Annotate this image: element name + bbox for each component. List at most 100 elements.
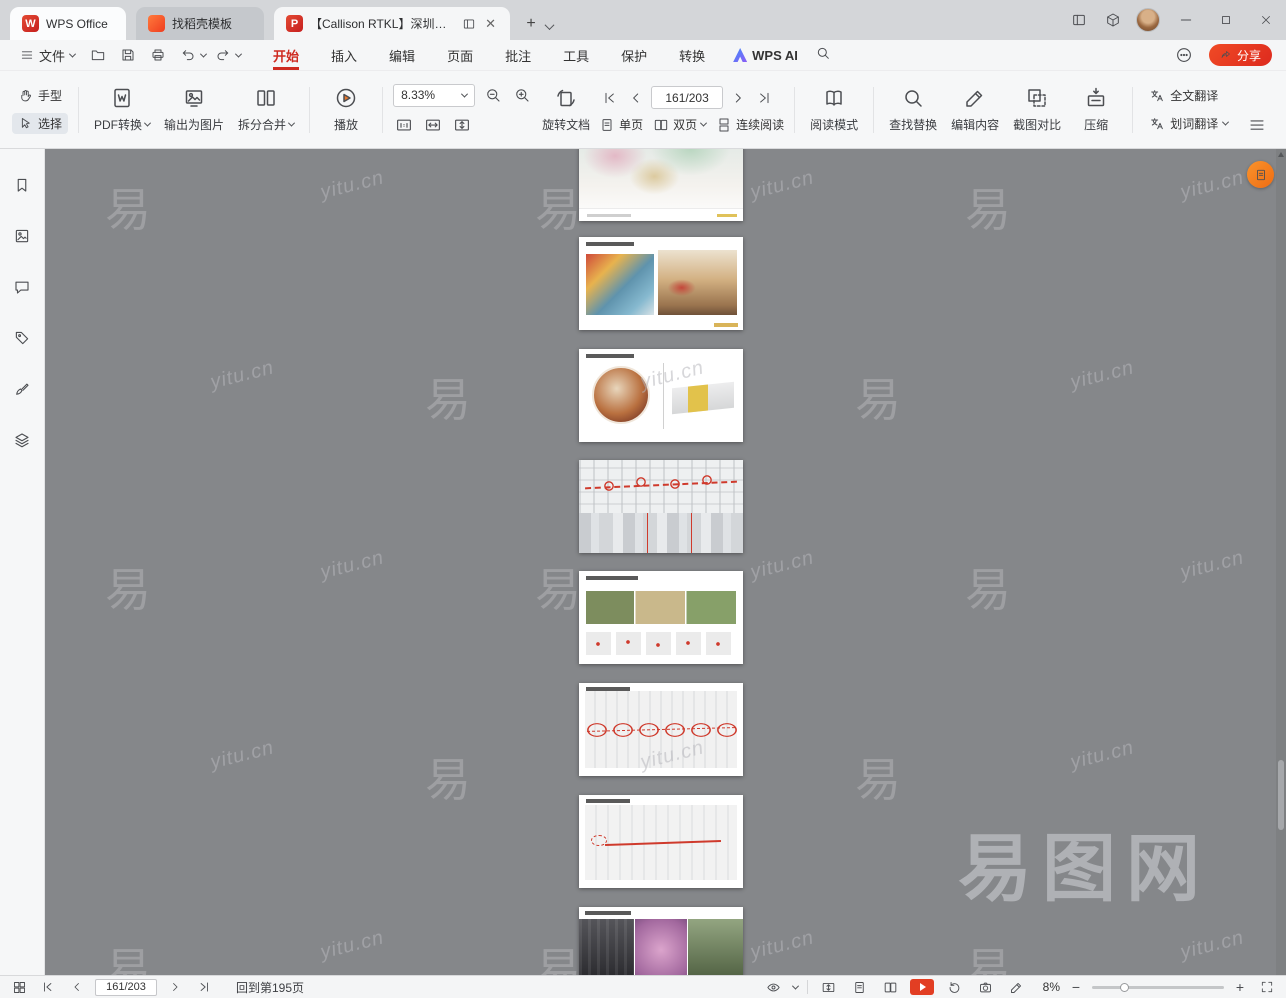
export-image-button[interactable]: 输出为图片 xyxy=(157,80,231,139)
document-canvas[interactable]: 易yitu.cn易yitu.cn易yitu.cnyitu.cn易yitu.cn易… xyxy=(45,149,1286,975)
scrollbar-thumb[interactable] xyxy=(1278,760,1284,830)
sb-edit-button[interactable] xyxy=(1005,977,1027,997)
menu-protect[interactable]: 保护 xyxy=(605,40,663,70)
sb-single-page-button[interactable] xyxy=(848,977,870,997)
menu-insert[interactable]: 插入 xyxy=(315,40,373,70)
menu-wps-ai[interactable]: WPS AI xyxy=(721,40,810,70)
eye-protect-button[interactable] xyxy=(762,977,784,997)
page-thumbnail-retail-street-renderings[interactable] xyxy=(579,237,743,330)
actual-size-button[interactable] xyxy=(393,114,415,136)
tab-wps-home[interactable]: W WPS Office xyxy=(10,7,126,40)
assistant-floating-button[interactable] xyxy=(1247,161,1274,188)
menu-edit[interactable]: 编辑 xyxy=(373,40,431,70)
zoom-select[interactable]: 8.33% xyxy=(393,84,475,107)
tab-close-icon[interactable]: ✕ xyxy=(483,16,498,31)
app-center-button[interactable] xyxy=(1096,0,1130,40)
pdf-convert-button[interactable]: PDF转换 xyxy=(87,80,157,139)
zoom-slider-knob[interactable] xyxy=(1120,983,1129,992)
page-thumbnail-street-photos-and-plans[interactable] xyxy=(579,571,743,664)
attachments-panel-button[interactable] xyxy=(8,324,36,352)
zoom-minus-button[interactable]: − xyxy=(1069,980,1083,994)
thumbnail-panel-button[interactable] xyxy=(8,977,30,997)
sb-next-page-button[interactable] xyxy=(164,977,186,997)
sb-page-number-input[interactable] xyxy=(95,979,157,996)
compress-button[interactable]: 压缩 xyxy=(1068,80,1124,139)
zoom-slider[interactable] xyxy=(1092,980,1224,994)
split-merge-button[interactable]: 拆分合并 xyxy=(231,80,301,139)
play-slideshow-button[interactable]: 播放 xyxy=(318,80,374,139)
service-button[interactable] xyxy=(1171,42,1197,68)
page-thumbnail-interior-atrium-rendering[interactable] xyxy=(579,149,743,221)
last-page-button[interactable] xyxy=(753,87,775,109)
page-number-input[interactable] xyxy=(651,86,723,109)
open-file-button[interactable] xyxy=(85,42,111,68)
avatar[interactable] xyxy=(1136,8,1160,32)
reading-mode-button[interactable]: 阅读模式 xyxy=(803,80,865,139)
minimize-button[interactable] xyxy=(1166,0,1206,40)
tab-document[interactable]: P 【Callison RTKL】深圳红山龙 ✕ xyxy=(274,7,510,40)
undo-button[interactable] xyxy=(175,42,201,68)
first-page-button[interactable] xyxy=(599,87,621,109)
tab-docer-templates[interactable]: 找稻壳模板 xyxy=(136,7,264,40)
menu-search-button[interactable] xyxy=(810,40,836,66)
page-thumbnail-site-plan-red-route[interactable] xyxy=(579,460,743,553)
save-button[interactable] xyxy=(115,42,141,68)
close-button[interactable] xyxy=(1246,0,1286,40)
scroll-up-icon[interactable] xyxy=(1278,152,1284,157)
zoom-plus-button[interactable]: + xyxy=(1233,980,1247,994)
single-page-view-button[interactable]: 单页 xyxy=(599,116,643,133)
find-replace-button[interactable]: 查找替换 xyxy=(882,80,944,139)
collapse-toolbar-button[interactable] xyxy=(1246,114,1268,136)
layers-panel-button[interactable] xyxy=(8,426,36,454)
thumbnails-panel-button[interactable] xyxy=(8,222,36,250)
maximize-button[interactable] xyxy=(1206,0,1246,40)
tab-preview-icon[interactable] xyxy=(462,17,476,31)
rotate-document-button[interactable]: 旋转文档 xyxy=(535,80,597,139)
back-to-page-link[interactable]: 回到第195页 xyxy=(236,979,304,996)
sb-last-page-button[interactable] xyxy=(193,977,215,997)
vertical-scrollbar[interactable] xyxy=(1276,149,1286,975)
sb-fit-page-button[interactable] xyxy=(817,977,839,997)
menu-page[interactable]: 页面 xyxy=(431,40,489,70)
screenshot-compare-button[interactable]: 截图对比 xyxy=(1006,80,1068,139)
double-page-view-button[interactable]: 双页 xyxy=(653,116,706,133)
page-thumbnail-plan-red-circles[interactable] xyxy=(579,683,743,776)
comments-panel-button[interactable] xyxy=(8,273,36,301)
undo-chevron-icon[interactable] xyxy=(200,50,207,57)
previous-page-button[interactable] xyxy=(625,87,647,109)
menu-home[interactable]: 开始 xyxy=(257,40,315,70)
fit-width-button[interactable] xyxy=(422,114,444,136)
fullscreen-button[interactable] xyxy=(1256,977,1278,997)
print-button[interactable] xyxy=(145,42,171,68)
menu-annotate[interactable]: 批注 xyxy=(489,40,547,70)
sb-rotate-button[interactable] xyxy=(943,977,965,997)
sb-previous-page-button[interactable] xyxy=(66,977,88,997)
page-thumbnail-dark-image-panels[interactable] xyxy=(579,907,743,975)
next-page-button[interactable] xyxy=(727,87,749,109)
word-translate-button[interactable]: 划词翻译 xyxy=(1143,113,1234,134)
sb-first-page-button[interactable] xyxy=(37,977,59,997)
file-menu-button[interactable]: 文件 xyxy=(14,40,81,70)
share-button[interactable]: 分享 xyxy=(1209,44,1272,66)
continuous-view-button[interactable]: 连续阅读 xyxy=(716,116,784,133)
select-tool-button[interactable]: 选择 xyxy=(12,113,68,134)
sb-double-page-button[interactable] xyxy=(879,977,901,997)
menu-convert[interactable]: 转换 xyxy=(663,40,721,70)
bookmarks-panel-button[interactable] xyxy=(8,171,36,199)
sb-snapshot-button[interactable] xyxy=(974,977,996,997)
edit-content-button[interactable]: 编辑内容 xyxy=(944,80,1006,139)
workspace-panel-button[interactable] xyxy=(1062,0,1096,40)
signature-panel-button[interactable] xyxy=(8,375,36,403)
redo-chevron-icon[interactable] xyxy=(235,50,242,57)
zoom-out-button[interactable] xyxy=(482,84,504,106)
sb-play-button[interactable] xyxy=(910,979,934,995)
hand-tool-button[interactable]: 手型 xyxy=(12,85,68,106)
menu-tools[interactable]: 工具 xyxy=(547,40,605,70)
page-thumbnail-storefront-detail-diagram[interactable] xyxy=(579,349,743,442)
tab-list-chevron-icon[interactable] xyxy=(545,20,555,30)
zoom-in-button[interactable] xyxy=(511,84,533,106)
full-translate-button[interactable]: 全文翻译 xyxy=(1143,85,1234,106)
eye-protect-chevron-icon[interactable] xyxy=(792,982,799,989)
new-tab-button[interactable]: + xyxy=(520,13,542,35)
fit-page-button[interactable] xyxy=(451,114,473,136)
